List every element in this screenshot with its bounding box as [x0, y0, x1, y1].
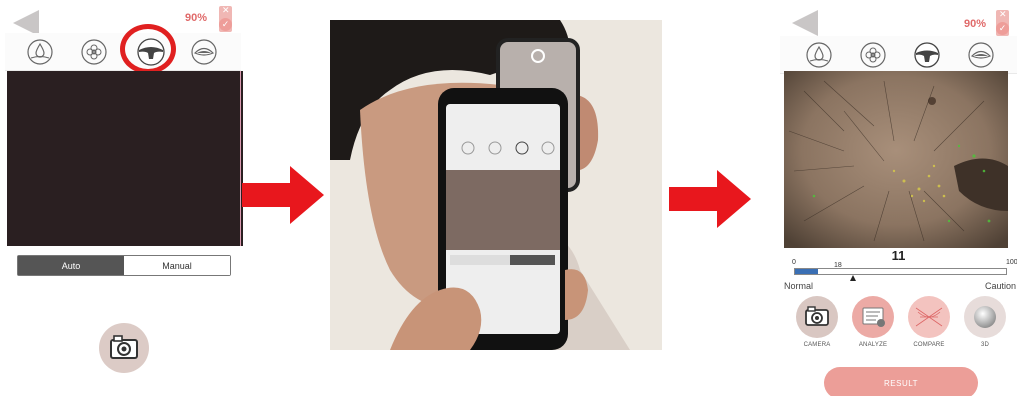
- score-value: 11: [891, 248, 906, 263]
- check-icon: ✓: [219, 18, 232, 31]
- 3d-action-label: 3D: [980, 342, 990, 348]
- check-icon: ✓: [996, 22, 1009, 35]
- skin-layer-icon[interactable]: [914, 42, 940, 68]
- close-button[interactable]: ✕ ✓: [219, 5, 232, 32]
- droplet-icon[interactable]: [27, 39, 53, 65]
- camera-icon: [805, 306, 829, 326]
- device-photo: [330, 20, 662, 350]
- camera-icon: [110, 335, 138, 359]
- manual-mode-button[interactable]: Manual: [124, 256, 230, 275]
- battery-level: 90%: [964, 18, 987, 30]
- camera-preview: [7, 71, 243, 246]
- camera-action-button[interactable]: [796, 296, 838, 338]
- scale-max-label: 100: [1006, 259, 1017, 266]
- person-holding-phone-image: [330, 20, 662, 350]
- mode-toolbar: [780, 36, 1017, 74]
- analyze-action-button[interactable]: [852, 296, 894, 338]
- battery-level: 90%: [185, 12, 208, 24]
- 3d-sphere-icon: [974, 306, 996, 328]
- flow-arrow-1: [242, 166, 324, 224]
- pores-icon[interactable]: [81, 39, 107, 65]
- eye-icon[interactable]: [968, 42, 994, 68]
- threshold-marker: [849, 275, 856, 281]
- app-screen-result: 90% ✕ ✓ 11 0 18 100 Normal Caution CAMER…: [780, 0, 1017, 396]
- close-icon: ✕: [999, 9, 1007, 19]
- capture-button[interactable]: [99, 323, 149, 373]
- back-arrow-icon[interactable]: [792, 10, 818, 36]
- normal-label: Normal: [784, 281, 814, 291]
- close-icon: ✕: [222, 5, 230, 15]
- analyze-action-label: ANALYZE: [858, 342, 888, 348]
- score-fill: [795, 269, 819, 274]
- flow-arrow-2: [669, 170, 751, 228]
- capture-mode-toggle: Auto Manual: [17, 255, 231, 276]
- 3d-action-button[interactable]: [964, 296, 1006, 338]
- result-button[interactable]: RESULT: [824, 367, 978, 396]
- analyze-icon: [862, 307, 885, 327]
- skin-scan-image: [784, 71, 1008, 248]
- auto-mode-button[interactable]: Auto: [18, 256, 124, 275]
- workflow-figure: 90% ✕ ✓ Auto Manual 90% ✕ ✓ 11 0 18 100 …: [0, 0, 1017, 396]
- score-track: [794, 268, 1007, 275]
- eye-icon[interactable]: [191, 39, 217, 65]
- camera-action-label: CAMERA: [803, 342, 831, 348]
- scale-min-label: 0: [792, 259, 796, 266]
- pores-icon[interactable]: [860, 42, 886, 68]
- compare-action-label: COMPARE: [913, 342, 945, 348]
- caution-label: Caution: [985, 281, 1017, 291]
- droplet-icon[interactable]: [806, 42, 832, 68]
- close-button[interactable]: ✕ ✓: [996, 9, 1009, 36]
- compare-action-button[interactable]: [908, 296, 950, 338]
- skin-texture-image: [784, 71, 1008, 248]
- selected-mode-highlight: [120, 24, 176, 74]
- preview-edge: [240, 71, 241, 246]
- compare-icon: [915, 307, 943, 327]
